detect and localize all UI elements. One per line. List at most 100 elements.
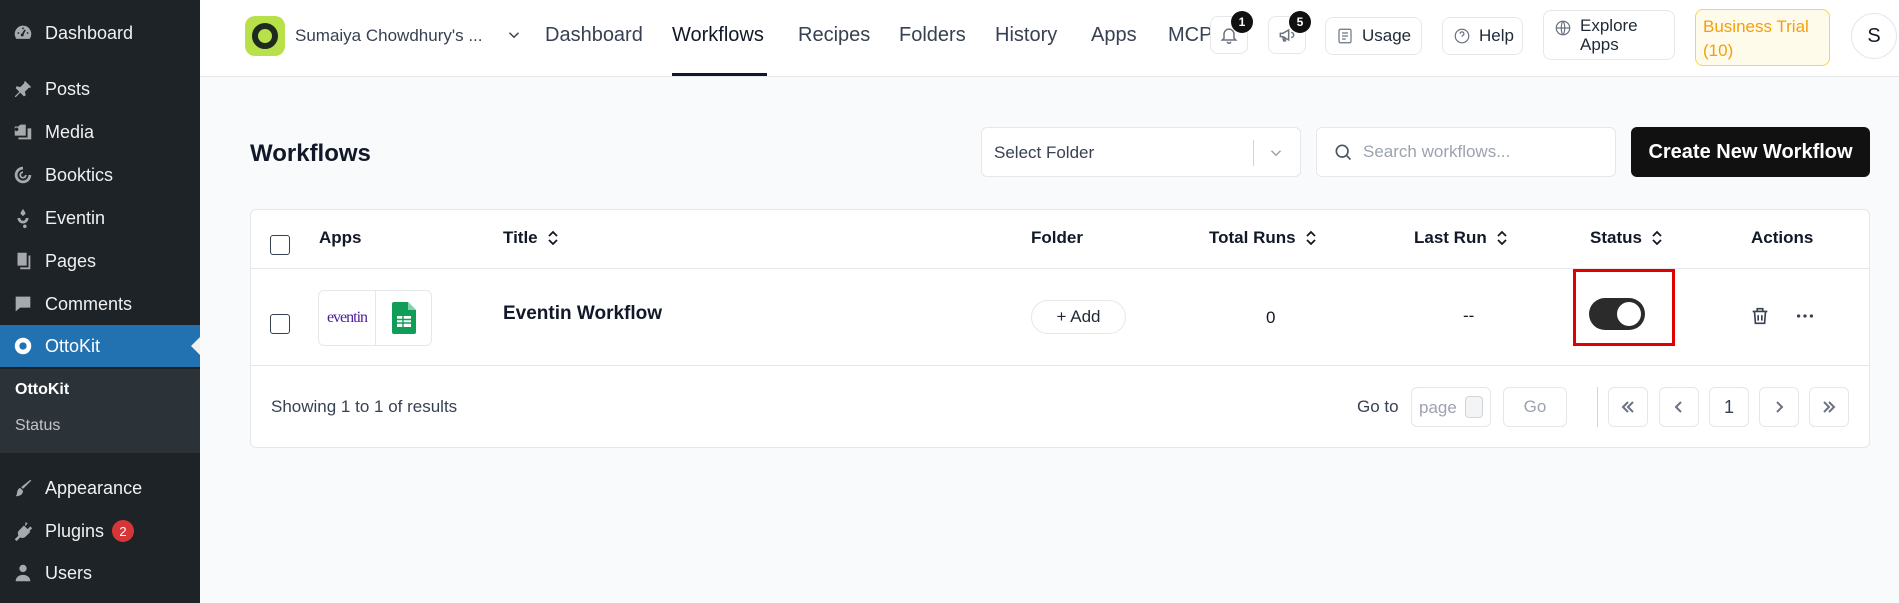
sidebar-item-label: Comments — [45, 293, 133, 314]
column-label: Title — [503, 228, 538, 247]
workflow-title-link[interactable]: Eventin Workflow — [503, 303, 662, 325]
page-stepper[interactable] — [1465, 396, 1483, 418]
explore-label-line2: Apps — [1580, 35, 1619, 54]
sidebar-item-posts[interactable]: Posts — [0, 68, 200, 110]
sidebar-item-comments[interactable]: Comments — [0, 283, 200, 325]
site-name[interactable]: Sumaiya Chowdhury's ... — [295, 26, 483, 46]
sidebar-item-booktics[interactable]: Booktics — [0, 154, 200, 196]
last-page-button[interactable] — [1809, 387, 1849, 427]
sidebar-item-label: Appearance — [45, 477, 143, 498]
toggle-knob — [1617, 302, 1641, 326]
submenu-item-status[interactable]: Status — [15, 417, 60, 435]
globe-icon — [1555, 20, 1571, 36]
ottokit-icon — [10, 333, 36, 359]
sort-icon — [1652, 230, 1662, 246]
column-label: Apps — [319, 228, 362, 247]
sidebar-item-label: Users — [45, 562, 93, 583]
column-header-status[interactable]: Status — [1590, 228, 1664, 248]
announcements-count-badge: 5 — [1289, 11, 1311, 33]
nav-history[interactable]: History — [995, 24, 1057, 47]
pin-icon — [10, 76, 36, 102]
submenu-item-ottokit[interactable]: OttoKit — [15, 381, 69, 399]
chevron-left-icon — [1674, 401, 1682, 413]
nav-workflows[interactable]: Workflows — [672, 24, 764, 47]
row-divider — [251, 365, 1869, 366]
page-number-input[interactable]: page — [1411, 387, 1491, 427]
notifications-button[interactable]: 1 — [1210, 11, 1253, 54]
booktics-icon — [10, 162, 36, 188]
sidebar-item-label: Plugins — [45, 520, 105, 541]
sidebar-item-eventin[interactable]: Eventin — [0, 197, 200, 239]
trash-icon[interactable] — [1749, 305, 1771, 327]
sort-icon — [548, 230, 558, 246]
search-input[interactable] — [1363, 142, 1603, 162]
page-input-placeholder: page — [1419, 398, 1457, 417]
nav-mcp[interactable]: MCP — [1168, 24, 1212, 47]
status-toggle[interactable] — [1589, 298, 1645, 330]
sidebar-item-appearance[interactable]: Appearance — [0, 467, 200, 509]
chevron-down-icon[interactable] — [505, 26, 523, 44]
sidebar-item-ottokit[interactable]: OttoKit — [0, 325, 200, 367]
column-header-apps: Apps — [319, 228, 362, 248]
sidebar-item-label: Dashboard — [45, 22, 134, 43]
go-button[interactable]: Go — [1503, 387, 1567, 427]
column-label: Actions — [1751, 228, 1814, 247]
google-sheets-app-icon — [375, 291, 431, 345]
eventin-icon — [10, 205, 36, 231]
sidebar-item-users[interactable]: Users — [0, 552, 200, 594]
sidebar-item-media[interactable]: Media — [0, 111, 200, 153]
row-apps: eventin — [318, 290, 432, 346]
next-page-button[interactable] — [1759, 387, 1799, 427]
explore-apps-button[interactable]: Explore Apps — [1543, 10, 1675, 60]
comment-icon — [10, 291, 36, 317]
app-header: Sumaiya Chowdhury's ... Dashboard Workfl… — [200, 0, 1899, 77]
select-divider — [1253, 140, 1254, 166]
add-to-folder-button[interactable]: + Add — [1031, 300, 1126, 334]
announcements-button[interactable]: 5 — [1268, 11, 1311, 54]
column-label: Total Runs — [1209, 228, 1296, 247]
sidebar-item-pages[interactable]: Pages — [0, 240, 200, 282]
plug-icon — [10, 518, 36, 544]
ottokit-logo[interactable] — [245, 16, 285, 56]
page-number-button[interactable]: 1 — [1709, 387, 1749, 427]
create-workflow-button[interactable]: Create New Workflow — [1631, 127, 1870, 177]
document-icon — [1338, 28, 1352, 44]
business-trial-badge[interactable]: Business Trial (10) — [1695, 9, 1830, 66]
sidebar-item-label: Pages — [45, 250, 97, 271]
sidebar-item-label: Posts — [45, 78, 91, 99]
search-box[interactable] — [1316, 127, 1616, 177]
nav-folders[interactable]: Folders — [899, 24, 966, 47]
double-chevron-left-icon — [1621, 401, 1634, 413]
admin-sidebar: Dashboard Posts Media Booktics Eventin P… — [0, 0, 200, 603]
nav-recipes[interactable]: Recipes — [798, 24, 870, 47]
more-options-icon[interactable] — [1794, 305, 1816, 327]
column-header-last-run[interactable]: Last Run — [1414, 228, 1509, 248]
notifications-count-badge: 1 — [1231, 11, 1253, 33]
sidebar-item-label: Booktics — [45, 164, 114, 185]
user-avatar[interactable]: S — [1851, 13, 1897, 59]
nav-dashboard[interactable]: Dashboard — [545, 24, 643, 47]
column-header-folder: Folder — [1031, 228, 1083, 248]
column-header-total-runs[interactable]: Total Runs — [1209, 228, 1318, 248]
sidebar-item-label: Media — [45, 121, 95, 142]
active-tab-indicator — [672, 73, 767, 76]
column-header-title[interactable]: Title — [503, 228, 560, 248]
usage-button[interactable]: Usage — [1325, 17, 1422, 55]
first-page-button[interactable] — [1608, 387, 1648, 427]
sidebar-item-dashboard[interactable]: Dashboard — [0, 12, 200, 54]
brush-icon — [10, 475, 36, 501]
column-label: Status — [1590, 228, 1642, 247]
folder-select[interactable]: Select Folder — [981, 127, 1301, 177]
page-title: Workflows — [250, 140, 371, 167]
row-checkbox[interactable] — [270, 314, 290, 334]
sidebar-item-plugins[interactable]: Plugins 2 — [0, 510, 200, 552]
nav-apps[interactable]: Apps — [1091, 24, 1137, 47]
total-runs-value: 0 — [1266, 308, 1276, 327]
sort-icon — [1305, 230, 1316, 246]
pages-icon — [10, 248, 36, 274]
select-all-checkbox[interactable] — [270, 235, 290, 255]
help-button[interactable]: Help — [1442, 17, 1523, 55]
double-chevron-right-icon — [1823, 401, 1836, 413]
prev-page-button[interactable] — [1659, 387, 1699, 427]
sidebar-item-label: OttoKit — [45, 335, 101, 356]
